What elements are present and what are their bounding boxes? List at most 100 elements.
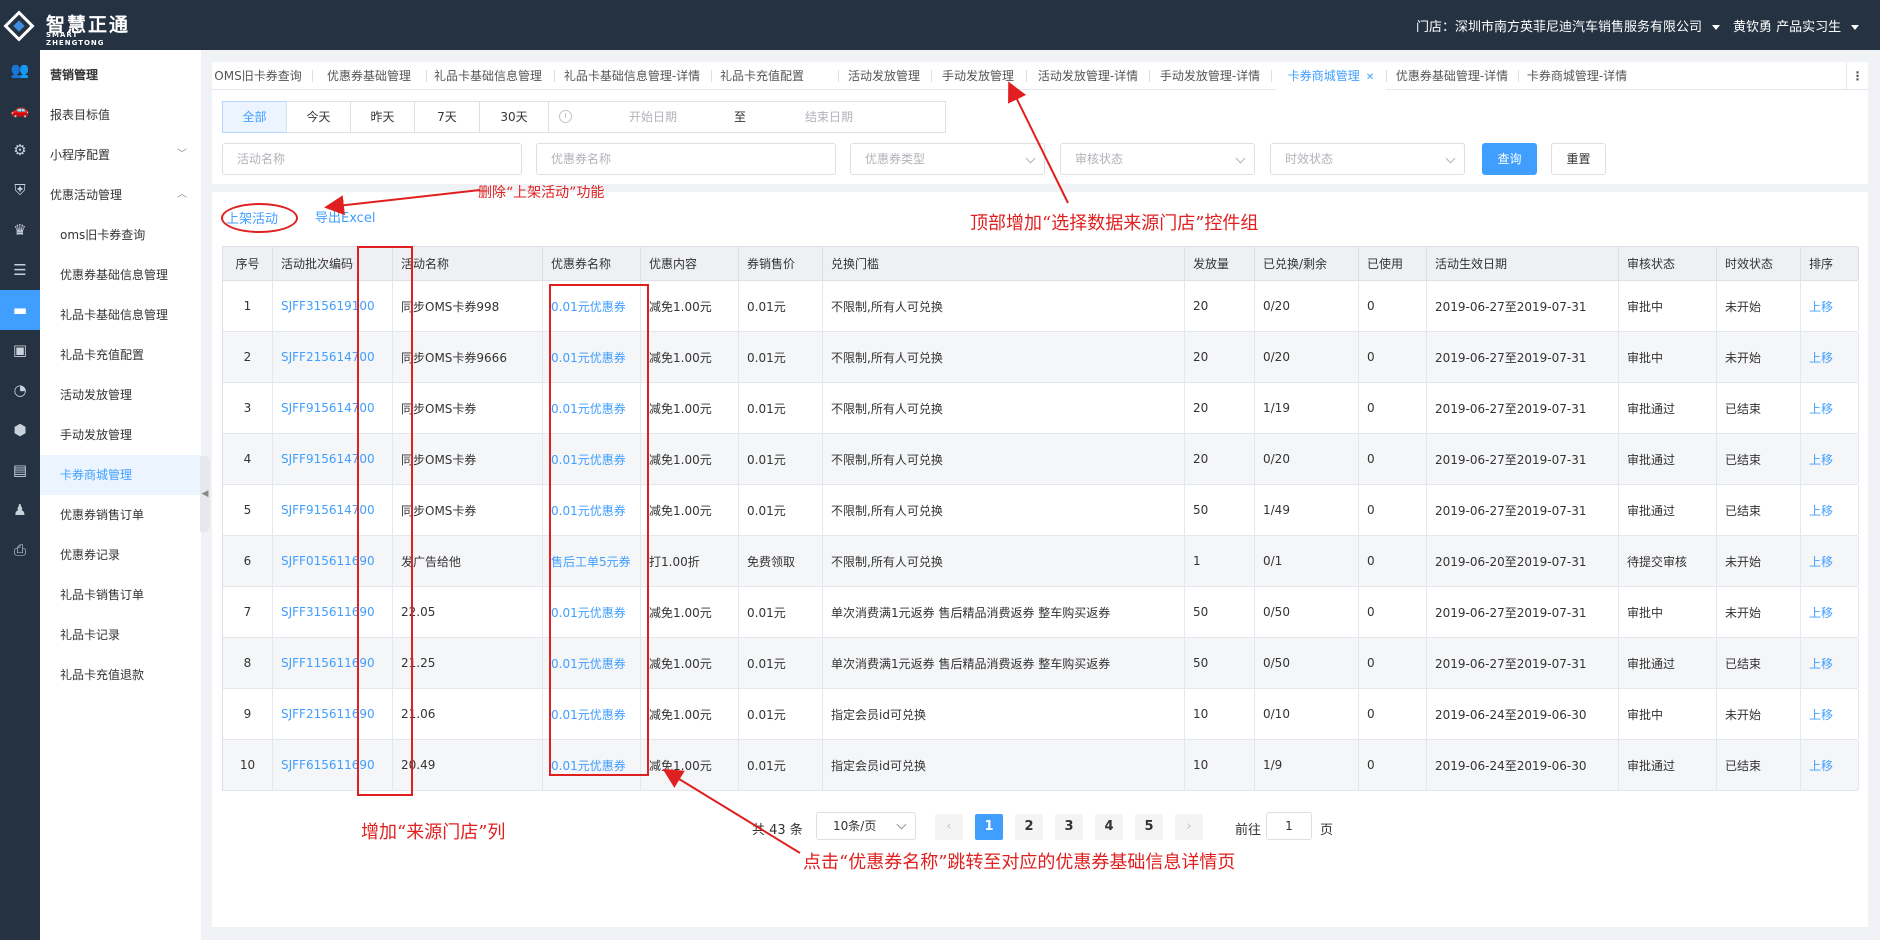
tab-item[interactable]: 礼品卡基础信息管理 [432,62,544,90]
tab-item[interactable]: 礼品卡基础信息管理-详情 [562,62,702,90]
close-icon[interactable]: ✕ [1366,72,1374,83]
date-filter-all[interactable]: 全部 [222,101,287,133]
gear-icon[interactable]: ⚙ [0,130,40,170]
more-tabs-icon[interactable]: ⋮ [1846,62,1868,90]
issued-quantity-text: 1 [1193,554,1201,568]
person-icon[interactable]: ♟ [0,490,40,530]
search-button[interactable]: 查询 [1482,143,1537,175]
tab-item[interactable]: 手动发放管理-详情 [1154,62,1266,90]
submenu-item[interactable]: 优惠券基础信息管理 [40,255,201,295]
database-icon[interactable]: ☰ [0,250,40,290]
next-page-button[interactable]: › [1175,814,1203,840]
tab-item[interactable]: 礼品卡充值配置 [717,62,807,90]
redeemed-remaining: 0/20 [1255,332,1359,382]
activity-name-input[interactable]: 活动名称 [222,143,522,175]
tab-item[interactable]: 手动发放管理 [936,62,1020,90]
sidebar-collapse-handle[interactable]: ◀ [200,456,210,532]
annotation-add-store-selector: 顶部增加“选择数据来源门店”控件组 [970,213,1259,234]
date-range-picker[interactable]: 开始日期 至 结束日期 [548,101,946,133]
column-header: 兑换门槛 [823,247,1185,280]
submenu-item[interactable]: 优惠券记录 [40,535,201,575]
submenu-item[interactable]: 礼品卡充值配置 [40,335,201,375]
submenu-item[interactable]: 礼品卡充值退款 [40,655,201,695]
validity-status: 已结束 [1717,383,1801,433]
move-up-link[interactable]: 上移 [1801,434,1859,484]
move-up-link[interactable]: 上移 [1801,587,1859,637]
tab-item[interactable]: 活动发放管理-详情 [1032,62,1144,90]
box-icon[interactable]: ⬢ [0,410,40,450]
date-filter-7days[interactable]: 7天 [414,101,480,133]
validity-status: 未开始 [1717,281,1801,331]
menu-item-miniprogram[interactable]: 小程序配置 ﹀ [40,135,201,175]
car-icon[interactable]: 🚗 [0,90,40,130]
page-button[interactable]: 5 [1135,814,1163,840]
move-up-link[interactable]: 上移 [1801,485,1859,535]
export-excel-button[interactable]: 导出Excel [315,207,375,226]
tab-item[interactable]: 优惠券基础管理-详情 [1390,62,1514,90]
ticket-icon[interactable]: ▬ [0,290,40,330]
activity-name: 同步OMS卡券 [393,485,543,535]
chevron-down-icon [1445,153,1456,164]
submenu-item[interactable]: 礼品卡销售订单 [40,575,201,615]
move-up-link-text: 上移 [1809,758,1834,773]
coupon-name-input[interactable]: 优惠券名称 [536,143,836,175]
menu-item-report-targets[interactable]: 报表目标值 [40,95,201,135]
users-icon[interactable]: 👥 [0,50,40,90]
date-filter-today[interactable]: 今天 [286,101,351,133]
coupon-price: 免费领取 [739,536,823,586]
tab-item[interactable]: OMS旧卡券查询 [212,62,304,90]
submenu-item[interactable]: 优惠券销售订单 [40,495,201,535]
reset-button[interactable]: 重置 [1551,143,1606,175]
move-up-link[interactable]: 上移 [1801,638,1859,688]
submenu-item-active[interactable]: 卡券商城管理 [40,455,201,495]
crown-icon[interactable]: ♛ [0,210,40,250]
coupon-type-select[interactable]: 优惠券类型 [850,143,1045,175]
printer-icon[interactable]: ⎙ [0,530,40,570]
page-button[interactable]: 4 [1095,814,1123,840]
move-up-link[interactable]: 上移 [1801,689,1859,739]
store-selector[interactable]: 门店：深圳市南方英菲尼迪汽车销售服务有限公司 [1416,16,1721,35]
goto-page-input[interactable]: 1 [1266,812,1312,840]
move-up-link-text: 上移 [1809,707,1834,722]
shield-icon[interactable]: ⛨ [0,170,40,210]
menu-heading[interactable]: 营销管理 [40,55,201,95]
move-up-link[interactable]: 上移 [1801,332,1859,382]
tab-item[interactable]: 优惠券基础管理 [320,62,418,90]
date-filter-30days[interactable]: 30天 [479,101,549,133]
audit-status-text: 审批中 [1627,299,1664,314]
move-up-link[interactable]: 上移 [1801,740,1859,790]
validity-status-select[interactable]: 时效状态 [1270,143,1465,175]
row-number: 6 [223,536,273,586]
audit-status-select[interactable]: 审核状态 [1060,143,1255,175]
discount-content: 减免1.00元 [641,587,739,637]
audit-status-text: 待提交审核 [1627,554,1688,569]
calendar-icon[interactable]: ▣ [0,330,40,370]
submenu-item[interactable]: oms旧卡券查询 [40,215,201,255]
issued-quantity: 20 [1185,281,1255,331]
page-button[interactable]: 1 [975,814,1003,840]
pie-chart-icon[interactable]: ◔ [0,370,40,410]
submenu-item[interactable]: 活动发放管理 [40,375,201,415]
tab-item[interactable]: 卡券商城管理-详情 [1522,62,1632,90]
issued-quantity-text: 20 [1193,401,1209,415]
column-header: 活动生效日期 [1427,247,1619,280]
redeem-threshold-text: 不限制,所有人可兑换 [831,554,943,569]
brand-logo[interactable]: 智慧正通 SMART ZHENGTONG [3,8,136,47]
move-up-link[interactable]: 上移 [1801,536,1859,586]
menu-item-promotions[interactable]: 优惠活动管理 ︿ [40,175,201,215]
submenu-item[interactable]: 手动发放管理 [40,415,201,455]
briefcase-icon[interactable]: ▤ [0,450,40,490]
tab-item-active[interactable]: 卡券商城管理 ✕ [1276,62,1386,90]
tab-item[interactable]: 活动发放管理 [842,62,926,90]
date-filter-yesterday[interactable]: 昨天 [350,101,415,133]
move-up-link[interactable]: 上移 [1801,383,1859,433]
user-menu[interactable]: 黄钦勇 产品实习生 [1733,16,1860,35]
move-up-link[interactable]: 上移 [1801,281,1859,331]
page-button[interactable]: 3 [1055,814,1083,840]
submenu-item[interactable]: 礼品卡基础信息管理 [40,295,201,335]
submenu-item[interactable]: 礼品卡记录 [40,615,201,655]
page-button[interactable]: 2 [1015,814,1043,840]
prev-page-button[interactable]: ‹ [935,814,963,840]
page-size-select[interactable]: 10条/页 [816,812,916,840]
issued-quantity-text: 10 [1193,758,1209,772]
